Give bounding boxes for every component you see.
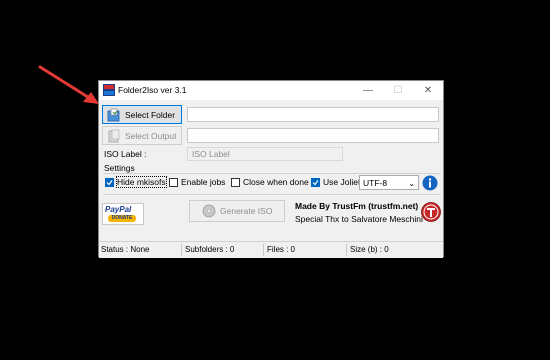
checkbox-checked-icon — [105, 177, 114, 187]
close-when-done-checkbox[interactable]: Close when done — [231, 177, 309, 187]
hide-mkisofs-label: Hide mkisofs — [116, 176, 167, 188]
iso-label-field[interactable]: ISO Label — [187, 147, 343, 161]
settings-heading: Settings — [104, 163, 135, 173]
select-folder-button[interactable]: Select Folder — [102, 105, 182, 124]
select-output-button[interactable]: Select Output — [102, 126, 182, 145]
status-text: Status : None — [101, 245, 150, 254]
window-title: Folder2Iso ver 3.1 — [118, 85, 187, 95]
select-output-label: Select Output — [125, 130, 177, 141]
hide-mkisofs-checkbox[interactable]: Hide mkisofs — [105, 176, 167, 188]
title-bar: Folder2Iso ver 3.1 — ☐ ✕ — [99, 81, 443, 100]
status-divider — [346, 244, 347, 256]
files-count: Files : 0 — [267, 245, 296, 254]
folder-select-icon — [107, 108, 120, 121]
encoding-select[interactable]: UTF-8 ⌄ — [359, 175, 419, 190]
thanks-credit: Special Thx to Salvatore Meschini — [295, 214, 423, 224]
checkbox-checked-icon — [311, 177, 320, 187]
select-folder-label: Select Folder — [125, 109, 176, 120]
use-joliet-checkbox[interactable]: Use Joliet — [311, 177, 360, 187]
checkbox-unchecked-icon — [231, 177, 240, 187]
actions-divider — [103, 194, 441, 195]
iso-label-placeholder: ISO Label — [192, 149, 230, 159]
info-icon[interactable] — [422, 175, 438, 191]
maximize-button[interactable]: ☐ — [383, 81, 413, 100]
iso-label-caption: ISO Label : — [104, 149, 147, 159]
subfolders-count: Subfolders : 0 — [185, 245, 235, 254]
status-divider — [181, 244, 182, 256]
enable-jobs-label: Enable jobs — [181, 177, 226, 187]
encoding-value: UTF-8 — [363, 177, 388, 188]
status-divider — [263, 244, 264, 256]
folder2iso-window: Folder2Iso ver 3.1 — ☐ ✕ Select Folder S… — [98, 80, 444, 258]
chevron-down-icon: ⌄ — [408, 179, 415, 188]
output-path-field[interactable] — [187, 128, 439, 143]
disc-icon — [202, 204, 216, 218]
use-joliet-label: Use Joliet — [323, 177, 361, 187]
paypal-donate-button[interactable]: PayPal DONATE — [102, 203, 144, 225]
checkbox-unchecked-icon — [169, 177, 178, 187]
settings-divider — [103, 173, 441, 174]
close-when-done-label: Close when done — [243, 177, 309, 187]
generate-iso-button[interactable]: Generate ISO — [189, 200, 285, 222]
status-bar: Status : None Subfolders : 0 Files : 0 S… — [99, 241, 443, 258]
enable-jobs-checkbox[interactable]: Enable jobs — [169, 177, 225, 187]
paypal-donate-label: DONATE — [108, 215, 136, 222]
app-logo-icon — [103, 84, 115, 96]
made-by-credit: Made By TrustFm (trustfm.net) — [295, 201, 419, 211]
trustfm-logo-icon[interactable] — [421, 202, 441, 222]
folder-path-field[interactable] — [187, 107, 439, 122]
size-count: Size (b) : 0 — [350, 245, 389, 254]
minimize-button[interactable]: — — [353, 81, 383, 100]
generate-iso-label: Generate ISO — [220, 206, 273, 216]
paypal-logo-text: PayPal — [105, 205, 132, 214]
output-file-icon — [108, 129, 120, 142]
close-button[interactable]: ✕ — [413, 81, 443, 100]
